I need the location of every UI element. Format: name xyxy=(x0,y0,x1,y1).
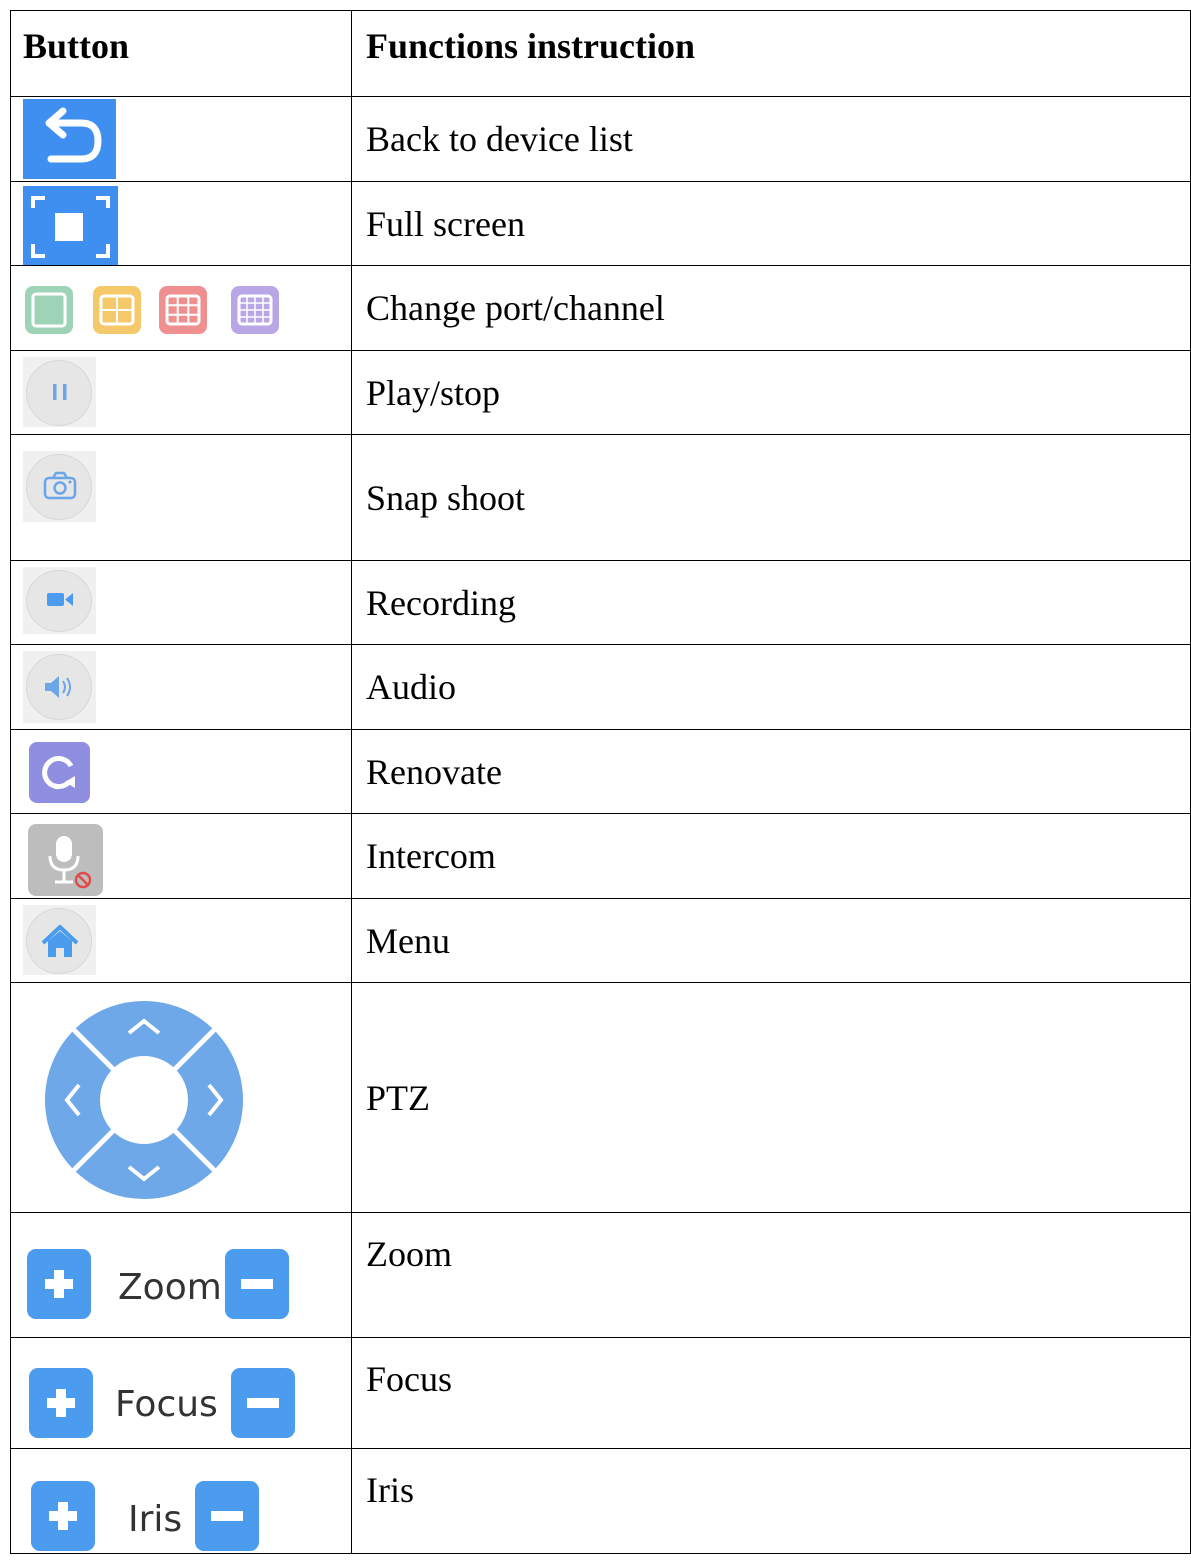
table-row: Zoom Zoom xyxy=(10,1212,1191,1338)
table-row: Focus Focus xyxy=(10,1337,1191,1449)
layout-grid-icons[interactable] xyxy=(23,284,285,336)
function-cell: Change port/channel xyxy=(351,265,1191,351)
focus-control-label: Focus xyxy=(115,1384,218,1425)
zoom-control-label: Zoom xyxy=(118,1267,222,1308)
button-cell: Iris xyxy=(10,1448,352,1554)
video-camera-icon[interactable] xyxy=(23,567,96,634)
button-cell xyxy=(10,265,352,351)
button-cell xyxy=(10,982,352,1213)
focus-plus-button[interactable] xyxy=(29,1368,93,1438)
pause-icon[interactable] xyxy=(23,357,96,427)
zoom-plus-button[interactable] xyxy=(27,1249,91,1319)
four-view-icon xyxy=(93,286,141,334)
table-row: Play/stop xyxy=(10,350,1191,435)
button-cell xyxy=(10,96,352,182)
iris-control-label: Iris xyxy=(128,1499,183,1540)
ptz-dpad-icon[interactable] xyxy=(43,999,245,1201)
button-cell: Zoom xyxy=(10,1212,352,1338)
table-row: PTZ xyxy=(10,982,1191,1213)
button-cell xyxy=(10,560,352,645)
table-row: Iris Iris xyxy=(10,1448,1191,1554)
header-button: Button xyxy=(10,10,352,97)
button-cell xyxy=(10,898,352,983)
table-row: Back to device list xyxy=(10,96,1191,182)
function-cell: Snap shoot xyxy=(351,434,1191,561)
fullscreen-icon[interactable] xyxy=(23,186,118,265)
function-cell: Full screen xyxy=(351,181,1191,266)
button-cell xyxy=(10,729,352,814)
function-cell: Play/stop xyxy=(351,350,1191,435)
table-row: Full screen xyxy=(10,181,1191,266)
button-cell: Focus xyxy=(10,1337,352,1449)
function-cell: Intercom xyxy=(351,813,1191,899)
single-view-icon xyxy=(25,286,73,334)
microphone-muted-icon[interactable] xyxy=(28,824,103,896)
function-cell: Focus xyxy=(351,1337,1191,1449)
button-cell xyxy=(10,434,352,561)
table-row: Snap shoot xyxy=(10,434,1191,561)
table-row: Change port/channel xyxy=(10,265,1191,351)
refresh-icon[interactable] xyxy=(29,742,90,803)
focus-minus-button[interactable] xyxy=(231,1368,295,1438)
function-cell: Menu xyxy=(351,898,1191,983)
button-cell xyxy=(10,181,352,266)
function-cell: Recording xyxy=(351,560,1191,645)
button-function-table: Button Functions instruction Back to dev… xyxy=(10,10,1191,1554)
table-header-row: Button Functions instruction xyxy=(10,10,1191,97)
sixteen-view-icon xyxy=(231,286,279,334)
home-icon[interactable] xyxy=(23,905,96,975)
table-row: Intercom xyxy=(10,813,1191,899)
iris-minus-button[interactable] xyxy=(195,1481,259,1551)
header-functions: Functions instruction xyxy=(351,10,1191,97)
button-cell xyxy=(10,813,352,899)
camera-icon[interactable] xyxy=(23,451,96,522)
zoom-minus-button[interactable] xyxy=(225,1249,289,1319)
function-cell: PTZ xyxy=(351,982,1191,1213)
function-cell: Zoom xyxy=(351,1212,1191,1338)
function-cell: Audio xyxy=(351,644,1191,730)
speaker-icon[interactable] xyxy=(23,651,96,723)
button-cell xyxy=(10,644,352,730)
function-cell: Back to device list xyxy=(351,96,1191,182)
function-cell: Iris xyxy=(351,1448,1191,1554)
table-row: Menu xyxy=(10,898,1191,983)
table-row: Recording xyxy=(10,560,1191,645)
table-row: Audio xyxy=(10,644,1191,730)
table-row: Renovate xyxy=(10,729,1191,814)
back-arrow-icon[interactable] xyxy=(23,99,116,179)
iris-plus-button[interactable] xyxy=(31,1481,95,1551)
function-cell: Renovate xyxy=(351,729,1191,814)
button-cell xyxy=(10,350,352,435)
nine-view-icon xyxy=(159,286,207,334)
